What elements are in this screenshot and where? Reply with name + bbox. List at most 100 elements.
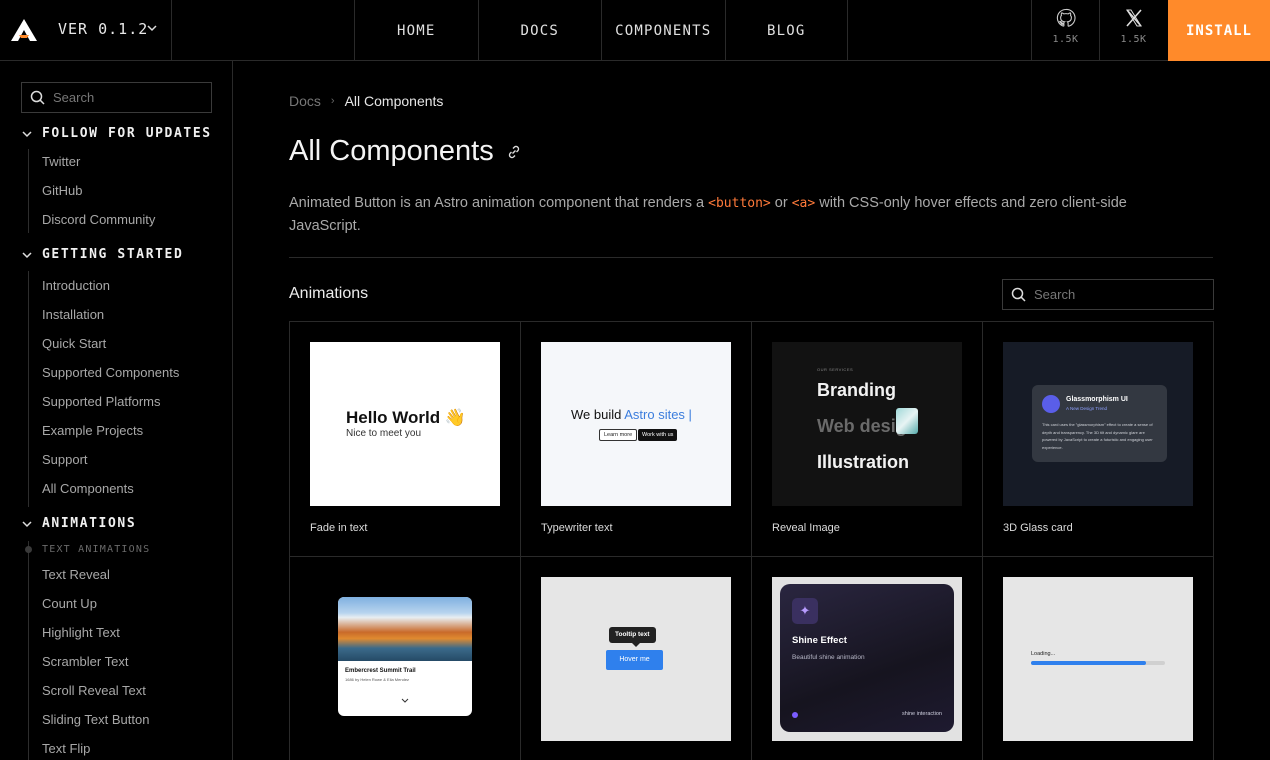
sidebar-item-scrambler-text[interactable]: Scrambler Text xyxy=(42,654,128,669)
preview-line-1: Branding xyxy=(817,380,896,400)
sparkle-icon: ✦ xyxy=(792,598,818,624)
github-link[interactable]: 1.5K xyxy=(1031,0,1099,61)
chevron-down-icon xyxy=(22,130,32,137)
section-title-animations: Animations xyxy=(289,285,369,302)
trail-subtitle: 1686 by Helen Rowe & Elia Mendez xyxy=(345,677,410,682)
components-search-input[interactable] xyxy=(1034,287,1174,302)
sidebar-item-sliding-text-button[interactable]: Sliding Text Button xyxy=(42,712,149,727)
landscape-image xyxy=(338,597,472,661)
component-card-typewriter-text[interactable]: We build Astro sites | Learn more Work w… xyxy=(521,322,752,557)
sidebar-item-example-projects[interactable]: Example Projects xyxy=(42,423,143,438)
trail-title: Embercrest Summit Trail xyxy=(345,668,416,674)
sub-section-label: TEXT ANIMATIONS xyxy=(42,544,151,555)
preview-subtitle: Nice to meet you xyxy=(346,428,422,439)
sidebar-item-text-flip[interactable]: Text Flip xyxy=(42,741,90,756)
page-title: All Components xyxy=(289,135,494,167)
chevron-down-icon xyxy=(22,251,32,258)
sidebar-item-introduction[interactable]: Introduction xyxy=(42,278,110,293)
component-card-fade-in-text[interactable]: Hello World 👋 Nice to meet you Fade in t… xyxy=(290,322,521,557)
preview-eyebrow: OUR SERVICES xyxy=(817,367,854,372)
preview-line-3: Illustration xyxy=(817,452,910,472)
sidebar-item-all-components[interactable]: All Components xyxy=(42,481,134,496)
card-label: Typewriter text xyxy=(541,522,613,534)
sidebar-item-support[interactable]: Support xyxy=(42,452,88,467)
sidebar-item-supported-platforms[interactable]: Supported Platforms xyxy=(42,394,161,409)
code-snippet: <a> xyxy=(791,196,816,211)
tooltip-arrow xyxy=(632,643,640,647)
preview-thumbnail: Loading... xyxy=(1003,577,1193,741)
sidebar-item-twitter[interactable]: Twitter xyxy=(42,154,80,169)
x-icon xyxy=(1125,9,1142,27)
sidebar-search-input[interactable] xyxy=(53,90,193,105)
link-icon[interactable] xyxy=(506,144,522,160)
component-card-3d-glass[interactable]: Glassmorphism UI A New Design Trend This… xyxy=(983,322,1214,557)
sidebar-item-installation[interactable]: Installation xyxy=(42,307,104,322)
section-getting-started[interactable]: GETTING STARTED xyxy=(22,247,183,262)
sidebar-item-github[interactable]: GitHub xyxy=(42,183,82,198)
version-selector[interactable]: VER 0.1.2 xyxy=(58,20,148,38)
component-card-tooltip[interactable]: Tooltip text Hover me xyxy=(521,557,752,760)
nav-home[interactable]: HOME xyxy=(354,0,478,61)
shine-title: Shine Effect xyxy=(792,635,847,646)
install-button[interactable]: INSTALL xyxy=(1168,0,1270,61)
sidebar-search[interactable] xyxy=(21,82,212,113)
sidebar-item-text-reveal[interactable]: Text Reveal xyxy=(42,567,110,582)
sidebar-item-discord[interactable]: Discord Community xyxy=(42,212,155,227)
glass-title: Glassmorphism UI xyxy=(1066,396,1128,403)
section-title: GETTING STARTED xyxy=(42,247,184,262)
sidebar-item-supported-components[interactable]: Supported Components xyxy=(42,365,179,380)
search-icon xyxy=(30,90,45,105)
component-card-image-card[interactable]: Embercrest Summit Trail 1686 by Helen Ro… xyxy=(290,557,521,760)
divider xyxy=(289,257,1213,258)
breadcrumb-current: All Components xyxy=(344,93,444,109)
nav-docs[interactable]: DOCS xyxy=(477,0,602,61)
preview-thumbnail: Glassmorphism UI A New Design Trend This… xyxy=(1003,342,1193,506)
x-follower-count: 1.5K xyxy=(1120,34,1147,45)
sidebar-item-count-up[interactable]: Count Up xyxy=(42,596,97,611)
section-follow[interactable]: FOLLOW FOR UPDATES xyxy=(22,126,212,141)
divider xyxy=(171,0,172,61)
sidebar-item-scroll-reveal-text[interactable]: Scroll Reveal Text xyxy=(42,683,146,698)
page-description: Animated Button is an Astro animation co… xyxy=(289,192,1189,238)
loading-text: Loading... xyxy=(1031,651,1056,657)
tree-node-dot xyxy=(25,546,32,553)
work-with-us-button: Work with us xyxy=(638,429,678,441)
chevron-down-icon[interactable] xyxy=(146,22,158,34)
tree-line xyxy=(28,541,29,760)
preview-thumbnail: Tooltip text Hover me xyxy=(541,577,731,741)
progress-track xyxy=(1031,661,1165,665)
github-star-count: 1.5K xyxy=(1052,34,1079,45)
components-search[interactable] xyxy=(1002,279,1214,310)
breadcrumb-docs[interactable]: Docs xyxy=(289,93,321,109)
trail-card: Embercrest Summit Trail 1686 by Helen Ro… xyxy=(338,597,472,716)
nav-blog[interactable]: BLOG xyxy=(724,0,848,61)
layers-icon xyxy=(1042,395,1060,413)
code-snippet: <button> xyxy=(708,196,771,211)
desc-text: Animated Button is an Astro animation co… xyxy=(289,195,709,211)
sidebar-item-quick-start[interactable]: Quick Start xyxy=(42,336,106,351)
section-animations[interactable]: ANIMATIONS xyxy=(22,516,136,531)
component-card-shine-effect[interactable]: ✦ Shine Effect Beautiful shine animation… xyxy=(752,557,983,760)
chevron-down-icon xyxy=(22,520,32,527)
preview-thumbnail: We build Astro sites | Learn more Work w… xyxy=(541,342,731,506)
component-card-reveal-image[interactable]: OUR SERVICES Branding Web design Illustr… xyxy=(752,322,983,557)
sidebar: FOLLOW FOR UPDATES Twitter GitHub Discor… xyxy=(0,61,233,760)
page-title-row: All Components xyxy=(289,135,522,168)
astro-logo-icon[interactable] xyxy=(10,18,38,42)
preview-title: Hello World 👋 xyxy=(346,408,467,427)
shine-footer: shine interaction xyxy=(901,711,942,717)
nav-components[interactable]: COMPONENTS xyxy=(601,0,725,61)
preview-thumbnail: Embercrest Summit Trail 1686 by Helen Ro… xyxy=(310,577,500,741)
components-grid: Hello World 👋 Nice to meet you Fade in t… xyxy=(289,321,1214,760)
cursor-glyph: | xyxy=(684,407,692,422)
learn-more-button: Learn more xyxy=(599,429,638,441)
x-link[interactable]: 1.5K xyxy=(1099,0,1167,61)
typewriter-highlight: Astro sites xyxy=(624,407,685,422)
status-dot xyxy=(792,712,798,718)
card-label: Fade in text xyxy=(310,522,368,534)
hover-me-button: Hover me xyxy=(606,650,663,670)
sidebar-item-highlight-text[interactable]: Highlight Text xyxy=(42,625,120,640)
component-card-loading[interactable]: Loading... xyxy=(983,557,1214,760)
shine-card: ✦ Shine Effect Beautiful shine animation… xyxy=(780,584,954,732)
section-title: ANIMATIONS xyxy=(42,516,137,531)
